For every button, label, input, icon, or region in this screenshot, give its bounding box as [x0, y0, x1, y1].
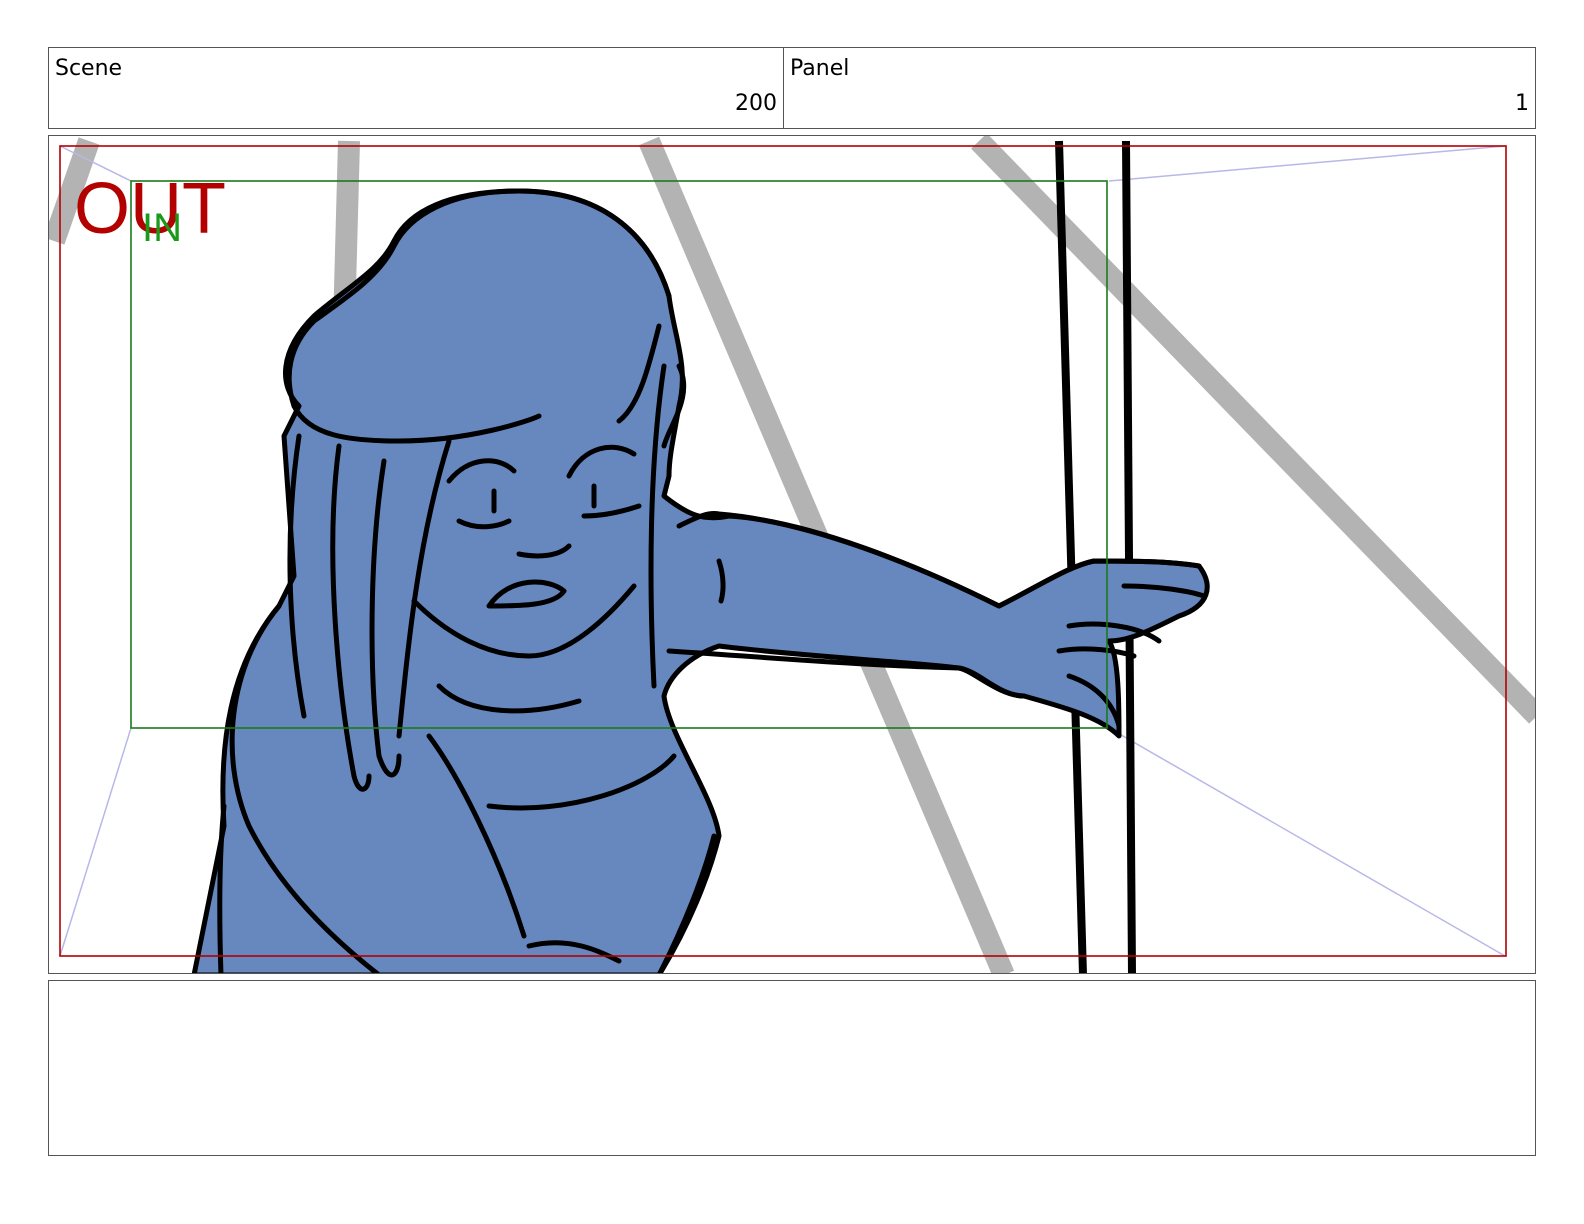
panel-cell[interactable]: Panel 1: [784, 48, 1535, 128]
notes-box[interactable]: [48, 980, 1536, 1156]
guide-line: [1108, 145, 1506, 182]
character-body: [191, 188, 1210, 973]
guide-line: [59, 727, 132, 957]
panel-header: Scene 200 Panel 1: [48, 47, 1536, 129]
drawing-canvas[interactable]: OUT IN: [48, 135, 1536, 974]
storyboard-drawing: OUT IN: [49, 136, 1535, 973]
pole-line: [1055, 140, 1087, 973]
panel-label: Panel: [790, 56, 850, 81]
scene-label: Scene: [55, 56, 123, 81]
pole-line: [1122, 140, 1136, 973]
guide-line: [1108, 727, 1506, 957]
panel-number[interactable]: 1: [1515, 91, 1529, 116]
scene-cell[interactable]: Scene 200: [49, 48, 784, 128]
character: [191, 188, 1210, 973]
scene-number[interactable]: 200: [735, 91, 777, 116]
in-label: IN: [142, 206, 182, 250]
